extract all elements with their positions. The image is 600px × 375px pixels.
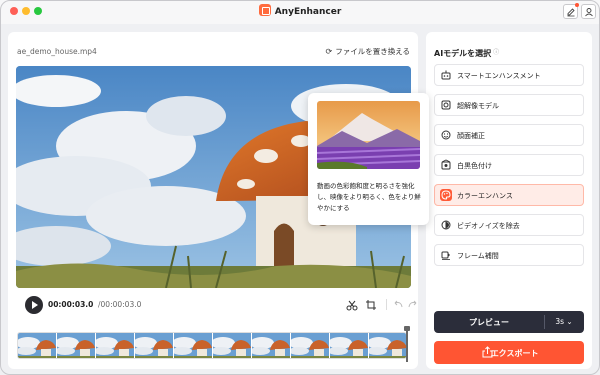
timeline-frame — [135, 333, 174, 358]
model-panel-title: AIモデルを選択 ⓘ — [434, 47, 499, 59]
timeline-frame — [96, 333, 135, 358]
palette-icon — [440, 189, 452, 201]
timeline-track[interactable] — [17, 332, 407, 359]
model-item[interactable]: 白黒色付け — [434, 154, 584, 176]
replace-file-button[interactable]: ⟳ ファイルを置き換える — [326, 46, 410, 57]
model-item[interactable]: スマートエンハンスメント — [434, 64, 584, 86]
robot-icon — [440, 69, 452, 81]
model-item-label: フレーム補間 — [457, 252, 499, 260]
replace-file-label: ファイルを置き換える — [335, 47, 410, 56]
chevron-down-icon: ⌄ — [566, 317, 573, 326]
account-button[interactable] — [581, 4, 596, 19]
scissors-icon[interactable] — [345, 298, 359, 312]
frame-icon — [440, 249, 452, 261]
model-item-label: 超解像モデル — [457, 102, 499, 110]
model-item[interactable]: 超解像モデル — [434, 94, 584, 116]
export-label-text: エクスポート — [490, 349, 539, 358]
tooltip-preview-image — [317, 101, 420, 169]
model-item-label: カラーエンハンス — [457, 192, 513, 200]
tooltip-description: 動画の色彩飽和度と明るさを強化し、映像をより明るく、色をより鮮やかにする — [317, 182, 421, 212]
playback-controls: 00:00:03.0 /00:00:03.0 — [16, 294, 417, 316]
denoise-icon — [440, 219, 452, 231]
user-icon — [585, 8, 593, 17]
play-button[interactable] — [25, 296, 43, 314]
total-time: /00:00:03.0 — [98, 300, 142, 309]
timeline-frame — [369, 333, 406, 358]
model-item-label: 顔面補正 — [457, 132, 485, 140]
model-tooltip: 動画の色彩飽和度と明るさを強化し、映像をより明るく、色をより鮮やかにする — [308, 93, 429, 225]
model-panel-title-text: AIモデルを選択 — [434, 49, 492, 58]
model-list: スマートエンハンスメント 超解像モデル 顔面補正白黒色付けカラーエンハンス ビデオノイ… — [434, 64, 584, 274]
current-time: 00:00:03.0 — [48, 300, 94, 309]
playhead[interactable] — [404, 326, 410, 362]
controls-divider — [386, 299, 387, 310]
timeline-frame — [174, 333, 213, 358]
model-item-label: 白黒色付け — [457, 162, 492, 170]
model-item[interactable]: 顔面補正 — [434, 124, 584, 146]
main-content: ae_demo_house.mp4 ⟳ ファイルを置き換える 00:00:03.… — [0, 24, 600, 375]
export-button[interactable]: エクスポート — [434, 341, 584, 364]
app-title-text: AnyEnhancer — [274, 7, 342, 17]
redo-icon[interactable] — [406, 298, 420, 312]
refresh-icon: ⟳ — [325, 47, 333, 56]
colorize-icon — [440, 159, 452, 171]
timeline[interactable] — [17, 326, 410, 362]
preview-duration-select[interactable]: 3s ⌄ — [544, 317, 584, 326]
timeline-frame — [252, 333, 291, 358]
timeline-frame — [213, 333, 252, 358]
timeline-frame — [18, 333, 57, 358]
preview-duration-value: 3s — [555, 317, 564, 326]
model-panel: AIモデルを選択 ⓘ スマートエンハンスメント 超解像モデル 顔面補正白黒色付けカラー… — [426, 32, 592, 369]
app-logo-icon — [258, 4, 271, 16]
notification-dot — [575, 3, 579, 7]
file-name: ae_demo_house.mp4 — [17, 47, 97, 56]
feedback-button[interactable] — [563, 3, 579, 19]
model-item-label: スマートエンハンスメント — [457, 72, 541, 80]
timeline-frame — [291, 333, 330, 358]
title-bar: AnyEnhancer — [0, 0, 600, 24]
model-item[interactable]: フレーム補間 — [434, 244, 584, 266]
app-title: AnyEnhancer — [0, 4, 600, 17]
model-item-label: ビデオノイズを除去 — [457, 222, 520, 230]
edit-icon — [567, 8, 575, 17]
model-item[interactable]: ビデオノイズを除去 — [434, 214, 584, 236]
timeline-frame — [330, 333, 369, 358]
preview-label: プレビュー — [469, 318, 509, 327]
resolution-icon — [440, 99, 452, 111]
info-icon[interactable]: ⓘ — [493, 49, 499, 56]
undo-icon[interactable] — [391, 298, 405, 312]
timeline-frame — [57, 333, 96, 358]
crop-icon[interactable] — [364, 298, 378, 312]
preview-button[interactable]: プレビュー 3s ⌄ — [434, 311, 584, 333]
export-label: エクスポート — [434, 348, 584, 359]
face-icon — [440, 129, 452, 141]
model-item[interactable]: カラーエンハンス — [434, 184, 584, 206]
